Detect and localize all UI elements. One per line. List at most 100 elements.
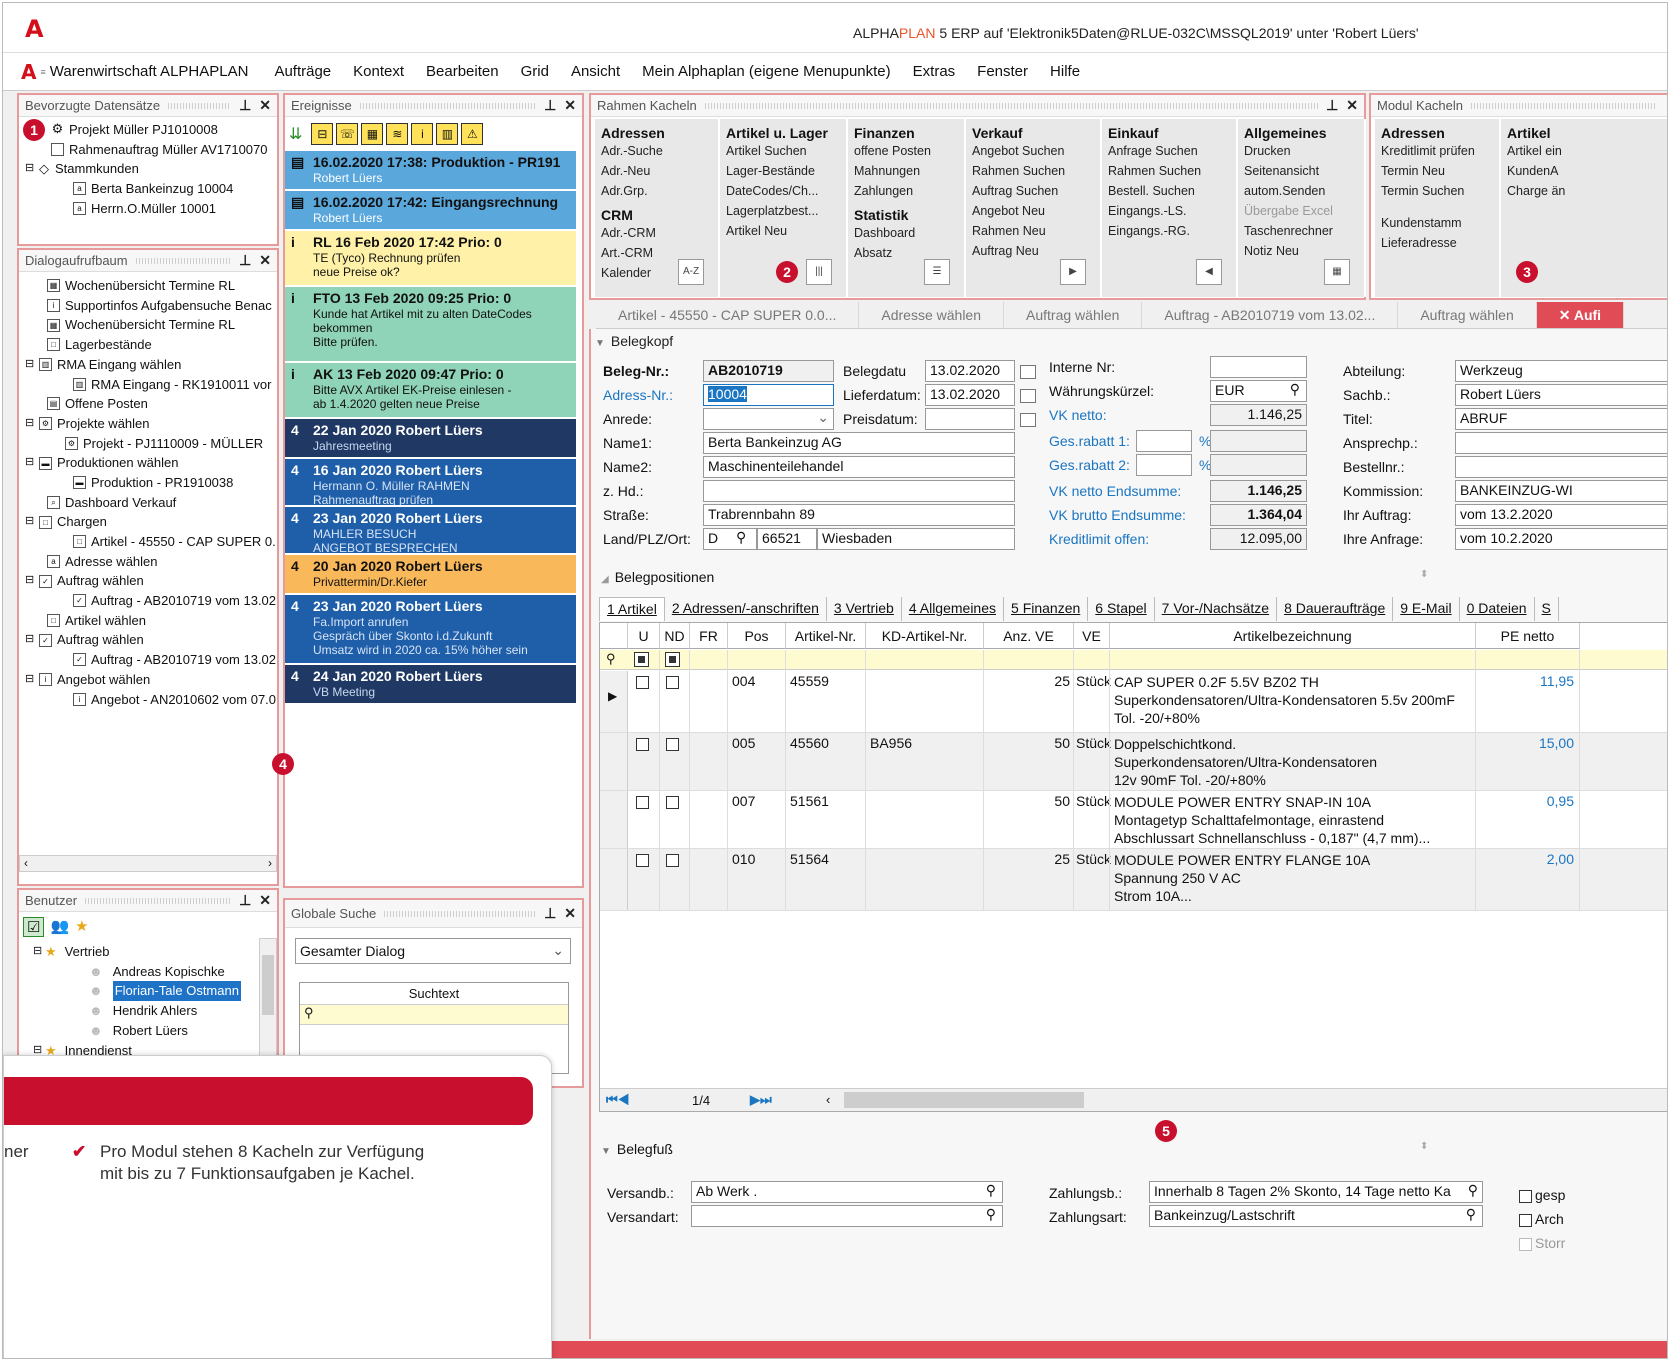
event-item[interactable]: i FTO 13 Feb 2020 09:25 Prio: 0 Kunde hat … [285,287,576,363]
tile-action[interactable]: Mahnungen [854,161,958,181]
tree-item[interactable]: ⊟ ⚙ Projekte wählen [25,414,277,434]
event-item[interactable]: 4 24 Jan 2020 Robert Lüers VB Meeting [285,665,576,705]
tile-action[interactable]: Eingangs.-RG. [1108,221,1230,241]
event-filter-icon[interactable]: ≋ [386,123,409,145]
tile-action[interactable]: Drucken [1244,141,1358,161]
collapse-icon[interactable]: ⊟ [25,159,39,179]
grid-column-header[interactable]: Anz. VE [984,623,1074,649]
user-item[interactable]: ☻ Robert Lüers [33,1021,259,1041]
grid-column-header[interactable]: Artikel-Nr. [786,623,866,649]
position-tab[interactable]: 1 Artikel [599,597,665,621]
menu-fenster[interactable]: Fenster [977,63,1028,80]
tree-item[interactable]: ⊟ □ Chargen [25,512,277,532]
tile-action[interactable]: Seitenansicht [1244,161,1358,181]
tile-action[interactable]: Kundenstamm [1381,213,1493,233]
close-icon[interactable]: ✕ [259,97,271,114]
tile-action[interactable]: Rahmen Suchen [972,161,1094,181]
tile-action[interactable]: Artikel Suchen [726,141,840,161]
tile-action[interactable]: Adr.-CRM [601,223,712,243]
menu-ansicht[interactable]: Ansicht [571,63,620,80]
position-tab[interactable]: 8 Daueraufträge [1277,597,1394,621]
splitter-icon[interactable]: ⬍ [1420,1141,1428,1152]
belegkopf-section[interactable]: ▼ Belegkopf [595,333,673,349]
fav-item[interactable]: ⊟ ◇ Stammkunden [25,159,277,179]
user-item-selected[interactable]: ☻ Florian-Tale Ostmann [33,981,259,1001]
event-item[interactable]: 4 23 Jan 2020 Robert Lüers Fa.Import anruf… [285,595,576,665]
tile-action[interactable]: Rahmen Neu [972,221,1094,241]
belegfuss-section[interactable]: ▼ Belegfuß ⬍ [595,1141,1667,1163]
menu-bearbeiten[interactable]: Bearbeiten [426,63,499,80]
menu-kontext[interactable]: Kontext [353,63,404,80]
position-tab[interactable]: 6 Stapel [1088,597,1155,621]
event-item[interactable]: 4 16 Jan 2020 Robert Lüers Hermann O. Müll… [285,459,576,507]
position-tab[interactable]: 0 Dateien [1460,597,1535,621]
tree-item[interactable]: ▬ Produktion - PR1910038 [25,473,277,493]
tree-item[interactable]: ⚙ Projekt - PJ1110009 - MÜLLER [25,434,277,454]
fav-item[interactable]: a Berta Bankeinzug 10004 [25,179,277,199]
checkbox-u[interactable] [636,738,649,751]
tree-item[interactable]: ⊟ ▬ Produktionen wählen [25,453,277,473]
tree-item[interactable]: ⊟ ✓ Auftrag wählen [25,571,277,591]
tree-item[interactable]: ⌕ Dashboard Verkauf [25,493,277,513]
menu-auftraege[interactable]: Aufträge [274,63,331,80]
checkbox-nd[interactable] [666,796,679,809]
search-icon[interactable]: ⚲ [736,529,746,546]
tile-action[interactable]: Artikel Neu [726,221,840,241]
tile-action[interactable]: Bestell. Suchen [1108,181,1230,201]
document-tab[interactable]: Artikel - 45550 - CAP SUPER 0.0... [596,302,860,328]
collapse-icon[interactable]: ⊟ [25,630,39,650]
grid-column-header[interactable]: PE netto [1476,623,1580,649]
grid-column-header[interactable]: FR [690,623,728,649]
filter-down-icon[interactable]: ⇊ [289,124,302,144]
waehrung-field[interactable]: EUR ⚲ [1210,380,1307,402]
app-menu[interactable]: A ≡ Warenwirtschaft ALPHAPLAN [21,60,248,84]
user-group[interactable]: ⊟ ★ Vertrieb [33,942,259,962]
document-tab[interactable]: Auftrag - AB2010719 vom 13.02... [1142,302,1399,328]
strasse-field[interactable]: Trabrennbahn 89 [703,504,1015,526]
tile-action[interactable]: Lagerplatzbest... [726,201,840,221]
name1-field[interactable]: Berta Bankeinzug AG [703,432,1015,454]
versandbedingung-field[interactable]: Ab Werk . ⚲ [691,1181,1003,1203]
position-tab[interactable]: 3 Vertrieb [827,597,902,621]
grid-column-header[interactable]: VE [1074,623,1110,649]
grid-column-header[interactable]: U [628,623,660,649]
tree-item[interactable]: a Adresse wählen [25,552,277,572]
menu-mein-alphaplan[interactable]: Mein Alphaplan (eigene Menupunkte) [642,63,891,80]
tree-item[interactable]: ▤ Offene Posten [25,394,277,414]
event-item[interactable]: 4 23 Jan 2020 Robert Lüers MAHLER BESUCH AN… [285,507,576,555]
search-icon[interactable]: ⚲ [986,1206,996,1223]
zhd-field[interactable] [703,480,1015,502]
storno-checkbox[interactable]: Storr [1519,1231,1565,1255]
fav-item[interactable]: ⚙ Projekt Müller PJ1010008 [25,120,277,140]
document-tab[interactable]: ✕ Aufi [1536,302,1625,328]
document-tab[interactable]: Adresse wählen [859,302,1005,328]
adressnr-label[interactable]: Adress-Nr.: [603,387,673,403]
event-filter-icon[interactable]: ▥ [436,123,459,145]
pin-icon[interactable]: ⊥ [239,97,251,114]
menu-grid[interactable]: Grid [521,63,549,80]
versandart-field[interactable]: ⚲ [691,1205,1003,1227]
collapse-icon[interactable]: ⊟ [25,355,39,375]
ort-field[interactable]: Wiesbaden [817,528,1015,550]
event-item[interactable]: i AK 13 Feb 2020 09:47 Prio: 0 Bitte AVX A… [285,363,576,419]
tile-action[interactable]: Dashboard [854,223,958,243]
tree-item[interactable]: □ Lagerbestände [25,335,277,355]
search-icon[interactable]: ⚲ [1290,381,1300,398]
tile-action[interactable]: Adr.-Suche [601,141,712,161]
first-page-icon[interactable]: ⏮◀ [606,1092,629,1108]
user-item[interactable]: ☻ Andreas Kopischke [33,962,259,982]
splitter-icon[interactable]: ⬍ [1420,569,1428,580]
event-item[interactable]: ▤ 16.02.2020 17:38: Produktion - PR191 Rob… [285,151,576,191]
close-icon[interactable]: ✕ [259,892,271,909]
preisdatum-field[interactable] [925,408,1015,430]
tree-item[interactable]: ▦ Wochenübersicht Termine RL [25,315,277,335]
event-item[interactable]: ▤ 16.02.2020 17:42: Eingangsrechnung Rober… [285,191,576,231]
plz-field[interactable]: 66521 [757,528,817,550]
ihre-anfrage-field[interactable]: vom 10.2.2020 [1455,528,1667,550]
tile-action[interactable]: Auftrag Suchen [972,181,1094,201]
tree-item[interactable]: ⊟ ▥ RMA Eingang wählen [25,355,277,375]
tile-action[interactable]: Termin Suchen [1381,181,1493,201]
table-row[interactable]: 007 51561 50 Stück MODULE POWER ENTRY SNAP-I… [600,791,1667,849]
name2-field[interactable]: Maschinenteilehandel [703,456,1015,478]
event-filter-icon[interactable]: ⊟ [311,123,334,145]
